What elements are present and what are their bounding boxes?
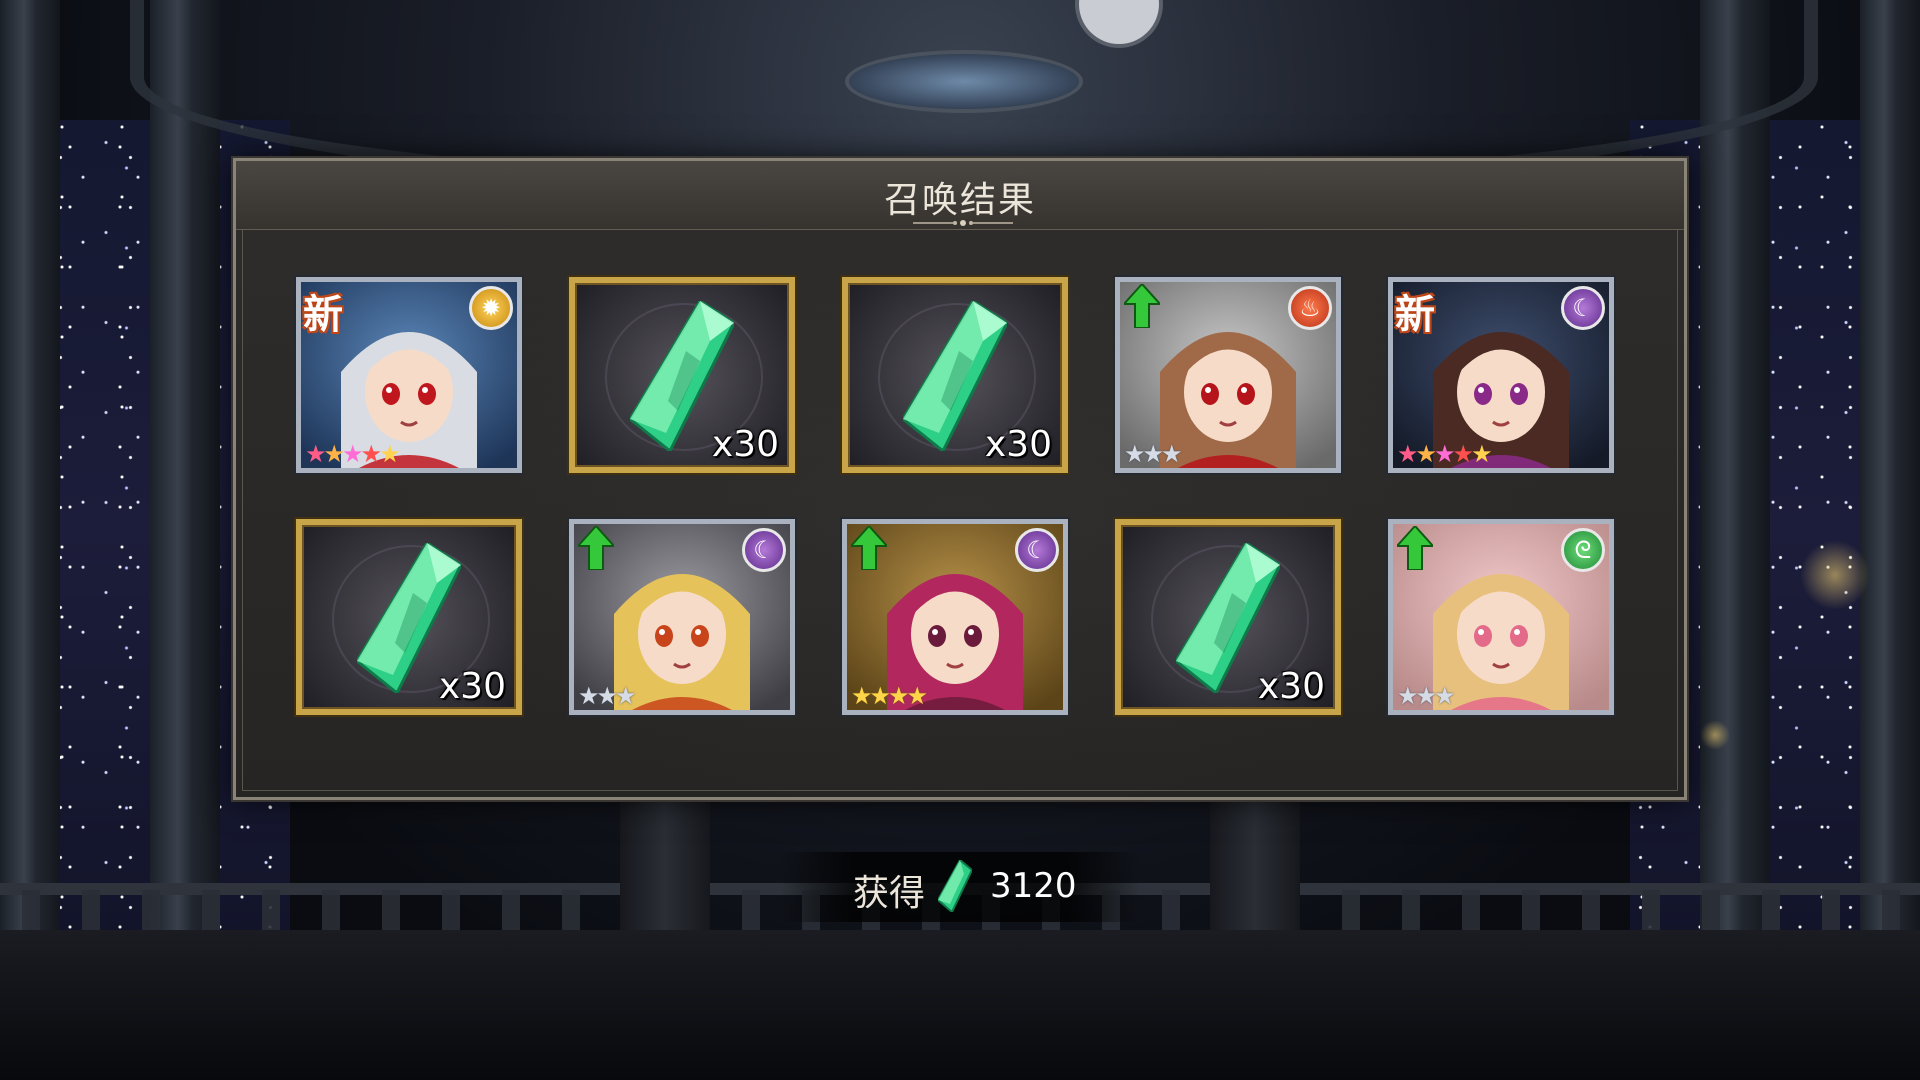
star-icon: ★	[1397, 682, 1418, 710]
summon-scene-background: 召唤结果 新 ✹ ★★★★★ x30 x30 ♨ ★★★ 新 ☾ ★★★★★ x30 ☾ ★★★ ☾ ★★★…	[0, 0, 1920, 1080]
star-icon: ★	[888, 682, 909, 710]
character-result-card[interactable]: ♨ ★★★	[1115, 277, 1341, 473]
dialog-title: 召唤结果	[883, 180, 1036, 221]
star-icon: ★	[1142, 440, 1164, 468]
star-icon: ★	[596, 682, 618, 710]
star-icon: ★	[1471, 440, 1492, 468]
star-icon: ★	[379, 440, 400, 468]
star-icon: ★	[578, 682, 599, 710]
item-result-card[interactable]: x30	[569, 277, 795, 473]
star-icon: ★	[1434, 440, 1455, 468]
character-result-card[interactable]: ☾ ★★★★	[842, 519, 1068, 715]
star-icon: ★	[1434, 682, 1455, 710]
light-attribute-icon: ✹	[469, 286, 513, 330]
obtained-value: 3120	[990, 866, 1077, 906]
obtained-label: 获得	[853, 873, 926, 914]
wind-attribute-icon: ᘓ	[1561, 528, 1605, 572]
star-icon: ★	[305, 440, 326, 468]
floor	[0, 930, 1920, 1080]
up-arrow-icon	[578, 526, 614, 570]
character-result-card[interactable]: ᘓ ★★★	[1388, 519, 1614, 715]
item-quantity: x30	[438, 666, 506, 707]
item-quantity: x30	[711, 424, 779, 465]
star-icon: ★	[1415, 682, 1437, 710]
title-ornament-icon	[913, 220, 1013, 226]
item-result-card[interactable]: x30	[1115, 519, 1341, 715]
star-icon: ★	[342, 440, 363, 468]
rarity-stars: ★★★★	[851, 682, 928, 710]
fire-attribute-icon: ♨	[1288, 286, 1332, 330]
star-icon: ★	[1161, 440, 1182, 468]
green-crystal-icon	[938, 860, 972, 912]
character-result-card[interactable]: ☾ ★★★	[569, 519, 795, 715]
item-quantity: x30	[1257, 666, 1325, 707]
rarity-stars: ★★★	[1397, 682, 1455, 710]
star-icon: ★	[360, 440, 382, 468]
item-result-card[interactable]: x30	[296, 519, 522, 715]
character-result-card[interactable]: 新 ☾ ★★★★★	[1388, 277, 1614, 473]
up-arrow-icon	[851, 526, 887, 570]
dark-attribute-icon: ☾	[1561, 286, 1605, 330]
up-arrow-icon	[1397, 526, 1433, 570]
obtained-bar: 获得 3120	[780, 852, 1140, 922]
star-icon: ★	[323, 440, 345, 468]
item-quantity: x30	[984, 424, 1052, 465]
star-icon: ★	[1452, 440, 1474, 468]
rarity-stars: ★★★★★	[305, 440, 401, 468]
star-icon: ★	[1124, 440, 1145, 468]
summon-result-grid: 新 ✹ ★★★★★ x30 x30 ♨ ★★★ 新 ☾ ★★★★★ x30 ☾ ★★★ ☾ ★★★★ x30 ᘓ…	[296, 277, 1614, 715]
dark-attribute-icon: ☾	[1015, 528, 1059, 572]
summon-result-dialog: 召唤结果 新 ✹ ★★★★★ x30 x30 ♨ ★★★ 新 ☾ ★★★★★ x30 ☾ ★★★ ☾ ★★★…	[233, 158, 1687, 800]
new-badge: 新	[1395, 292, 1435, 338]
star-icon: ★	[1415, 440, 1437, 468]
rarity-stars: ★★★	[578, 682, 636, 710]
bokeh-light	[1700, 720, 1730, 750]
new-badge: 新	[303, 292, 343, 338]
star-icon: ★	[906, 682, 928, 710]
star-icon: ★	[851, 682, 872, 710]
dialog-header: 召唤结果	[236, 161, 1684, 230]
bokeh-light	[1800, 540, 1870, 610]
rarity-stars: ★★★	[1124, 440, 1182, 468]
dark-attribute-icon: ☾	[742, 528, 786, 572]
star-icon: ★	[1397, 440, 1418, 468]
star-icon: ★	[869, 682, 891, 710]
up-arrow-icon	[1124, 284, 1160, 328]
item-result-card[interactable]: x30	[842, 277, 1068, 473]
star-icon: ★	[615, 682, 636, 710]
rarity-stars: ★★★★★	[1397, 440, 1493, 468]
ceiling-skylight	[845, 50, 1083, 113]
character-result-card[interactable]: 新 ✹ ★★★★★	[296, 277, 522, 473]
